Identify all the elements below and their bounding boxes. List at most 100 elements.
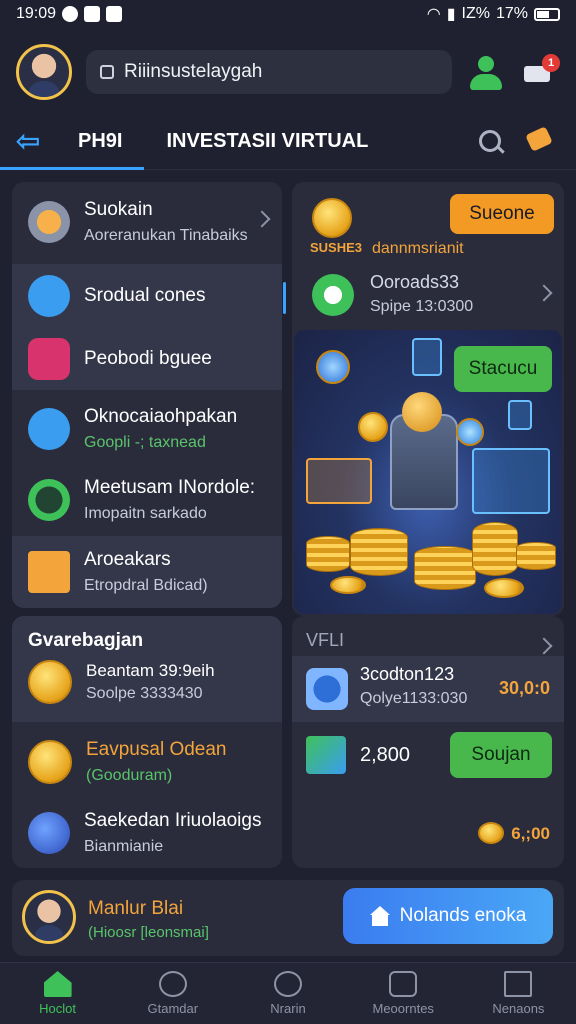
globe-icon bbox=[456, 418, 484, 446]
nav-label: Nenaons bbox=[492, 1001, 545, 1016]
list-item-title: Eavpusal Odean bbox=[86, 739, 227, 760]
refresh-icon bbox=[158, 971, 187, 997]
dots-icon bbox=[28, 812, 70, 854]
summary-title: Beantam 39:9eih bbox=[86, 661, 215, 680]
coin-stack bbox=[306, 536, 350, 572]
house-hologram bbox=[306, 458, 372, 504]
description: dannmsrianit bbox=[372, 240, 464, 257]
status-bar: 19:09 ◠ ▮ IZ% 17% bbox=[0, 0, 576, 28]
menu-item-3[interactable]: Peobodi bguee bbox=[12, 328, 282, 390]
list-item[interactable]: Eavpusal Odean (Gooduram) bbox=[12, 726, 282, 798]
search-text: Riiinsustelaygah bbox=[124, 61, 263, 82]
clock-icon bbox=[316, 350, 350, 384]
menu-item-2[interactable]: Srodual cones bbox=[12, 264, 282, 328]
amount-value: 2,800 bbox=[360, 744, 411, 766]
battery-text: 17% bbox=[495, 5, 528, 22]
left-menu-card: Suokain Aoreranukan Tinabaiks Srodual co… bbox=[12, 182, 282, 608]
chevron-right-icon bbox=[253, 210, 271, 228]
nav-label: Hoclot bbox=[39, 1001, 77, 1016]
menu-item-subtitle: Goopli -; taxnead bbox=[84, 434, 206, 451]
search-input[interactable]: Riiinsustelaygah bbox=[86, 50, 452, 94]
nav-item-home[interactable]: Hoclot bbox=[0, 963, 115, 1024]
menu-item-title: Peobodi bguee bbox=[84, 348, 212, 369]
summary-row: Beantam 39:9eih Soolpe 3333430 bbox=[28, 660, 215, 704]
security-icon bbox=[312, 274, 354, 316]
check-icon bbox=[28, 479, 70, 521]
avatar[interactable] bbox=[22, 890, 76, 944]
menu-item-1[interactable]: Suokain Aoreranukan Tinabaiks bbox=[12, 182, 282, 262]
gold-coin-icon bbox=[28, 740, 72, 784]
search-icon[interactable] bbox=[466, 118, 514, 166]
summary-subtitle: Soolpe 3333430 bbox=[86, 685, 203, 702]
left-bottom-card: Gvarebagjan Beantam 39:9eih Soolpe 33334… bbox=[12, 616, 282, 868]
transaction-row[interactable]: 3codton123 Qolye1133:030 30,0:0 bbox=[292, 656, 564, 722]
coin-icon bbox=[312, 198, 352, 238]
nav-item-reports[interactable]: Meoorntes bbox=[346, 963, 461, 1024]
list-item-subtitle: Bianmianie bbox=[84, 838, 164, 855]
list-item[interactable]: Saekedan Iriuolaoigs Bianmianie bbox=[12, 798, 282, 868]
document-icon bbox=[28, 275, 70, 317]
menu-item-title: Meetusam INordole: bbox=[84, 477, 256, 498]
coins-icon bbox=[478, 822, 504, 844]
menu-item-subtitle: Etropdral Bdicad) bbox=[84, 577, 208, 594]
cart-icon[interactable]: 1 bbox=[520, 52, 560, 92]
coins-icon bbox=[28, 660, 72, 704]
tab-first[interactable]: PH9I bbox=[0, 114, 145, 170]
message-icon bbox=[84, 6, 101, 22]
coin-stack bbox=[472, 522, 518, 576]
row-value: 30,0:0 bbox=[498, 678, 550, 698]
app-header: Riiinsustelaygah 1 bbox=[0, 32, 576, 112]
chart-icon bbox=[306, 736, 346, 774]
lock-icon bbox=[100, 65, 114, 79]
nav-label: Gtamdar bbox=[147, 1001, 199, 1016]
nav-item-calendar[interactable]: Gtamdar bbox=[115, 963, 230, 1024]
portfolio-summary[interactable]: Gvarebagjan Beantam 39:9eih Soolpe 33334… bbox=[12, 616, 282, 722]
green-action-button[interactable]: Stacucu bbox=[454, 346, 552, 392]
robot-head bbox=[402, 392, 442, 432]
notification-icon bbox=[62, 6, 79, 22]
row-subtitle: Qolye1133:030 bbox=[360, 690, 468, 707]
menu-item-subtitle: Aoreranukan Tinabaiks bbox=[84, 227, 248, 244]
section-header: VFLI bbox=[306, 630, 345, 650]
tab-bar: ⇦ PH9I INVESTASII VIRTUAL bbox=[0, 114, 576, 170]
right-bottom-card: VFLI 3codton123 Qolye1133:030 30,0:0 2,8… bbox=[292, 616, 564, 868]
nav-item-market[interactable]: Nrarin bbox=[230, 963, 345, 1024]
tab-investasi-virtual[interactable]: INVESTASII VIRTUAL bbox=[144, 114, 390, 170]
tag-icon[interactable] bbox=[514, 118, 562, 166]
primary-action-button[interactable]: Nolands enoka bbox=[343, 888, 553, 944]
battery-icon bbox=[534, 7, 560, 21]
scroll-indicator[interactable] bbox=[283, 282, 286, 314]
profile-name: Manlur Blai bbox=[88, 898, 184, 919]
bottom-nav: Hoclot Gtamdar Nrarin Meoorntes Nenaons bbox=[0, 962, 576, 1024]
nav-label: Nrarin bbox=[270, 1001, 306, 1016]
menu-item-title: Srodual cones bbox=[84, 285, 206, 306]
chevron-right-icon[interactable] bbox=[535, 637, 553, 655]
menu-item-title: Oknocaiaohpakan bbox=[84, 406, 238, 427]
list-item-subtitle: (Gooduram) bbox=[86, 767, 173, 784]
status-time: 19:09 bbox=[16, 5, 57, 22]
investment-item[interactable]: Ooroads33 Spipe 13:0300 bbox=[292, 270, 564, 322]
menu-item-4[interactable]: Oknocaiaohpakan Goopli -; taxnead bbox=[12, 394, 282, 464]
nav-item-more[interactable]: Nenaons bbox=[461, 963, 576, 1024]
chart-hologram bbox=[472, 448, 550, 514]
footer-value: 6,;00 bbox=[511, 824, 550, 843]
list-item-title: Saekedan Iriuolaoigs bbox=[84, 810, 262, 831]
coin-stack bbox=[516, 542, 556, 570]
right-investment-card: SUSHE3 dannmsrianit Sueone Ooroads33 Spi… bbox=[292, 182, 564, 616]
chart-icon bbox=[28, 551, 70, 593]
app-icon bbox=[106, 6, 123, 22]
back-arrow-icon[interactable]: ⇦ bbox=[0, 116, 56, 168]
clock-icon bbox=[274, 971, 302, 997]
nav-label: Meoorntes bbox=[372, 1001, 434, 1016]
user-icon[interactable] bbox=[466, 52, 506, 92]
item-title: Ooroads33 bbox=[370, 272, 460, 292]
coin-icon bbox=[330, 576, 366, 594]
badge-icon bbox=[28, 408, 70, 450]
row-title: 3codton123 bbox=[360, 664, 455, 684]
green-action-button[interactable]: Soujan bbox=[450, 732, 552, 778]
avatar[interactable] bbox=[16, 44, 72, 100]
menu-item-6[interactable]: Aroeakars Etropdral Bdicad) bbox=[12, 536, 282, 608]
orange-action-button[interactable]: Sueone bbox=[450, 194, 554, 234]
menu-item-5[interactable]: Meetusam INordole: Imopaitn sarkado bbox=[12, 466, 282, 534]
coin-icon bbox=[484, 578, 524, 598]
